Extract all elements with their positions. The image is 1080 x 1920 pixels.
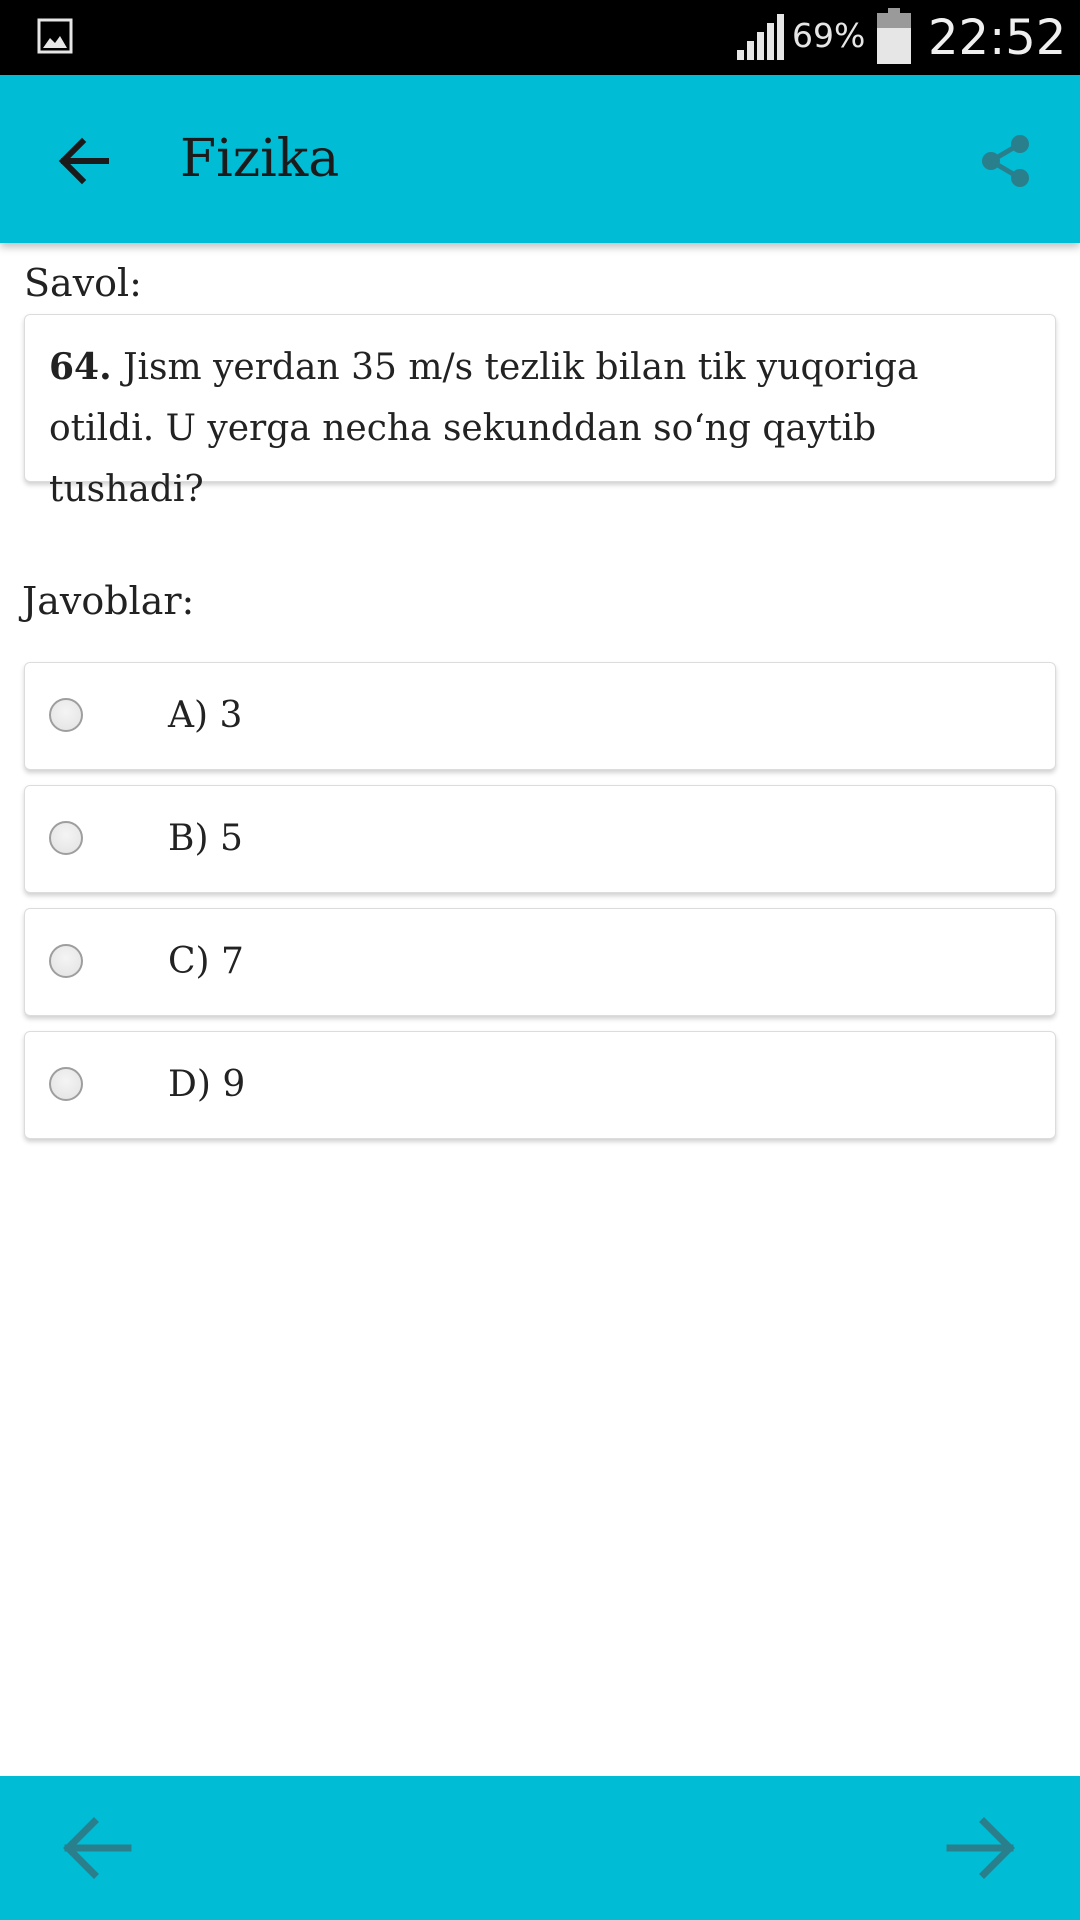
question-card: 64. Jism yerdan 35 m/s tezlik bilan tik … <box>24 314 1056 510</box>
gallery-icon <box>37 18 73 54</box>
app-bar: Fizika <box>0 75 1080 243</box>
question-body: Jism yerdan 35 m/s tezlik bilan tik yuqo… <box>49 347 919 510</box>
question-text: 64. Jism yerdan 35 m/s tezlik bilan tik … <box>49 337 1031 520</box>
answer-option-d[interactable]: D) 9 <box>24 1031 1056 1139</box>
answer-option-b[interactable]: B) 5 <box>24 785 1056 893</box>
page-title: Fizika <box>180 129 340 189</box>
question-number: 64. <box>49 346 112 388</box>
back-button[interactable] <box>48 125 120 197</box>
radio-button[interactable] <box>49 821 83 855</box>
battery-icon <box>877 8 911 64</box>
signal-icon <box>737 14 784 60</box>
answers-heading: Javoblar: <box>22 579 195 623</box>
question-heading: Savol: <box>24 261 142 305</box>
answer-label: C) 7 <box>168 941 244 982</box>
arrow-right-icon <box>946 1817 1015 1879</box>
status-bar: 69% 22:52 <box>0 0 1080 75</box>
previous-question-button[interactable] <box>56 1808 136 1888</box>
battery-percentage: 69% <box>792 16 866 55</box>
bottom-nav-bar <box>0 1776 1080 1920</box>
clock: 22:52 <box>928 10 1067 66</box>
answer-option-a[interactable]: A) 3 <box>24 662 1056 770</box>
answer-label: D) 9 <box>168 1064 246 1105</box>
answer-label: B) 5 <box>168 818 243 859</box>
radio-button[interactable] <box>49 944 83 978</box>
arrow-left-icon <box>63 1817 132 1879</box>
arrow-left-icon <box>58 137 109 185</box>
answer-option-c[interactable]: C) 7 <box>24 908 1056 1016</box>
share-button[interactable] <box>972 127 1040 195</box>
radio-button[interactable] <box>49 1067 83 1101</box>
next-question-button[interactable] <box>942 1808 1022 1888</box>
share-icon <box>982 135 1029 187</box>
radio-button[interactable] <box>49 698 83 732</box>
answer-label: A) 3 <box>168 695 243 736</box>
